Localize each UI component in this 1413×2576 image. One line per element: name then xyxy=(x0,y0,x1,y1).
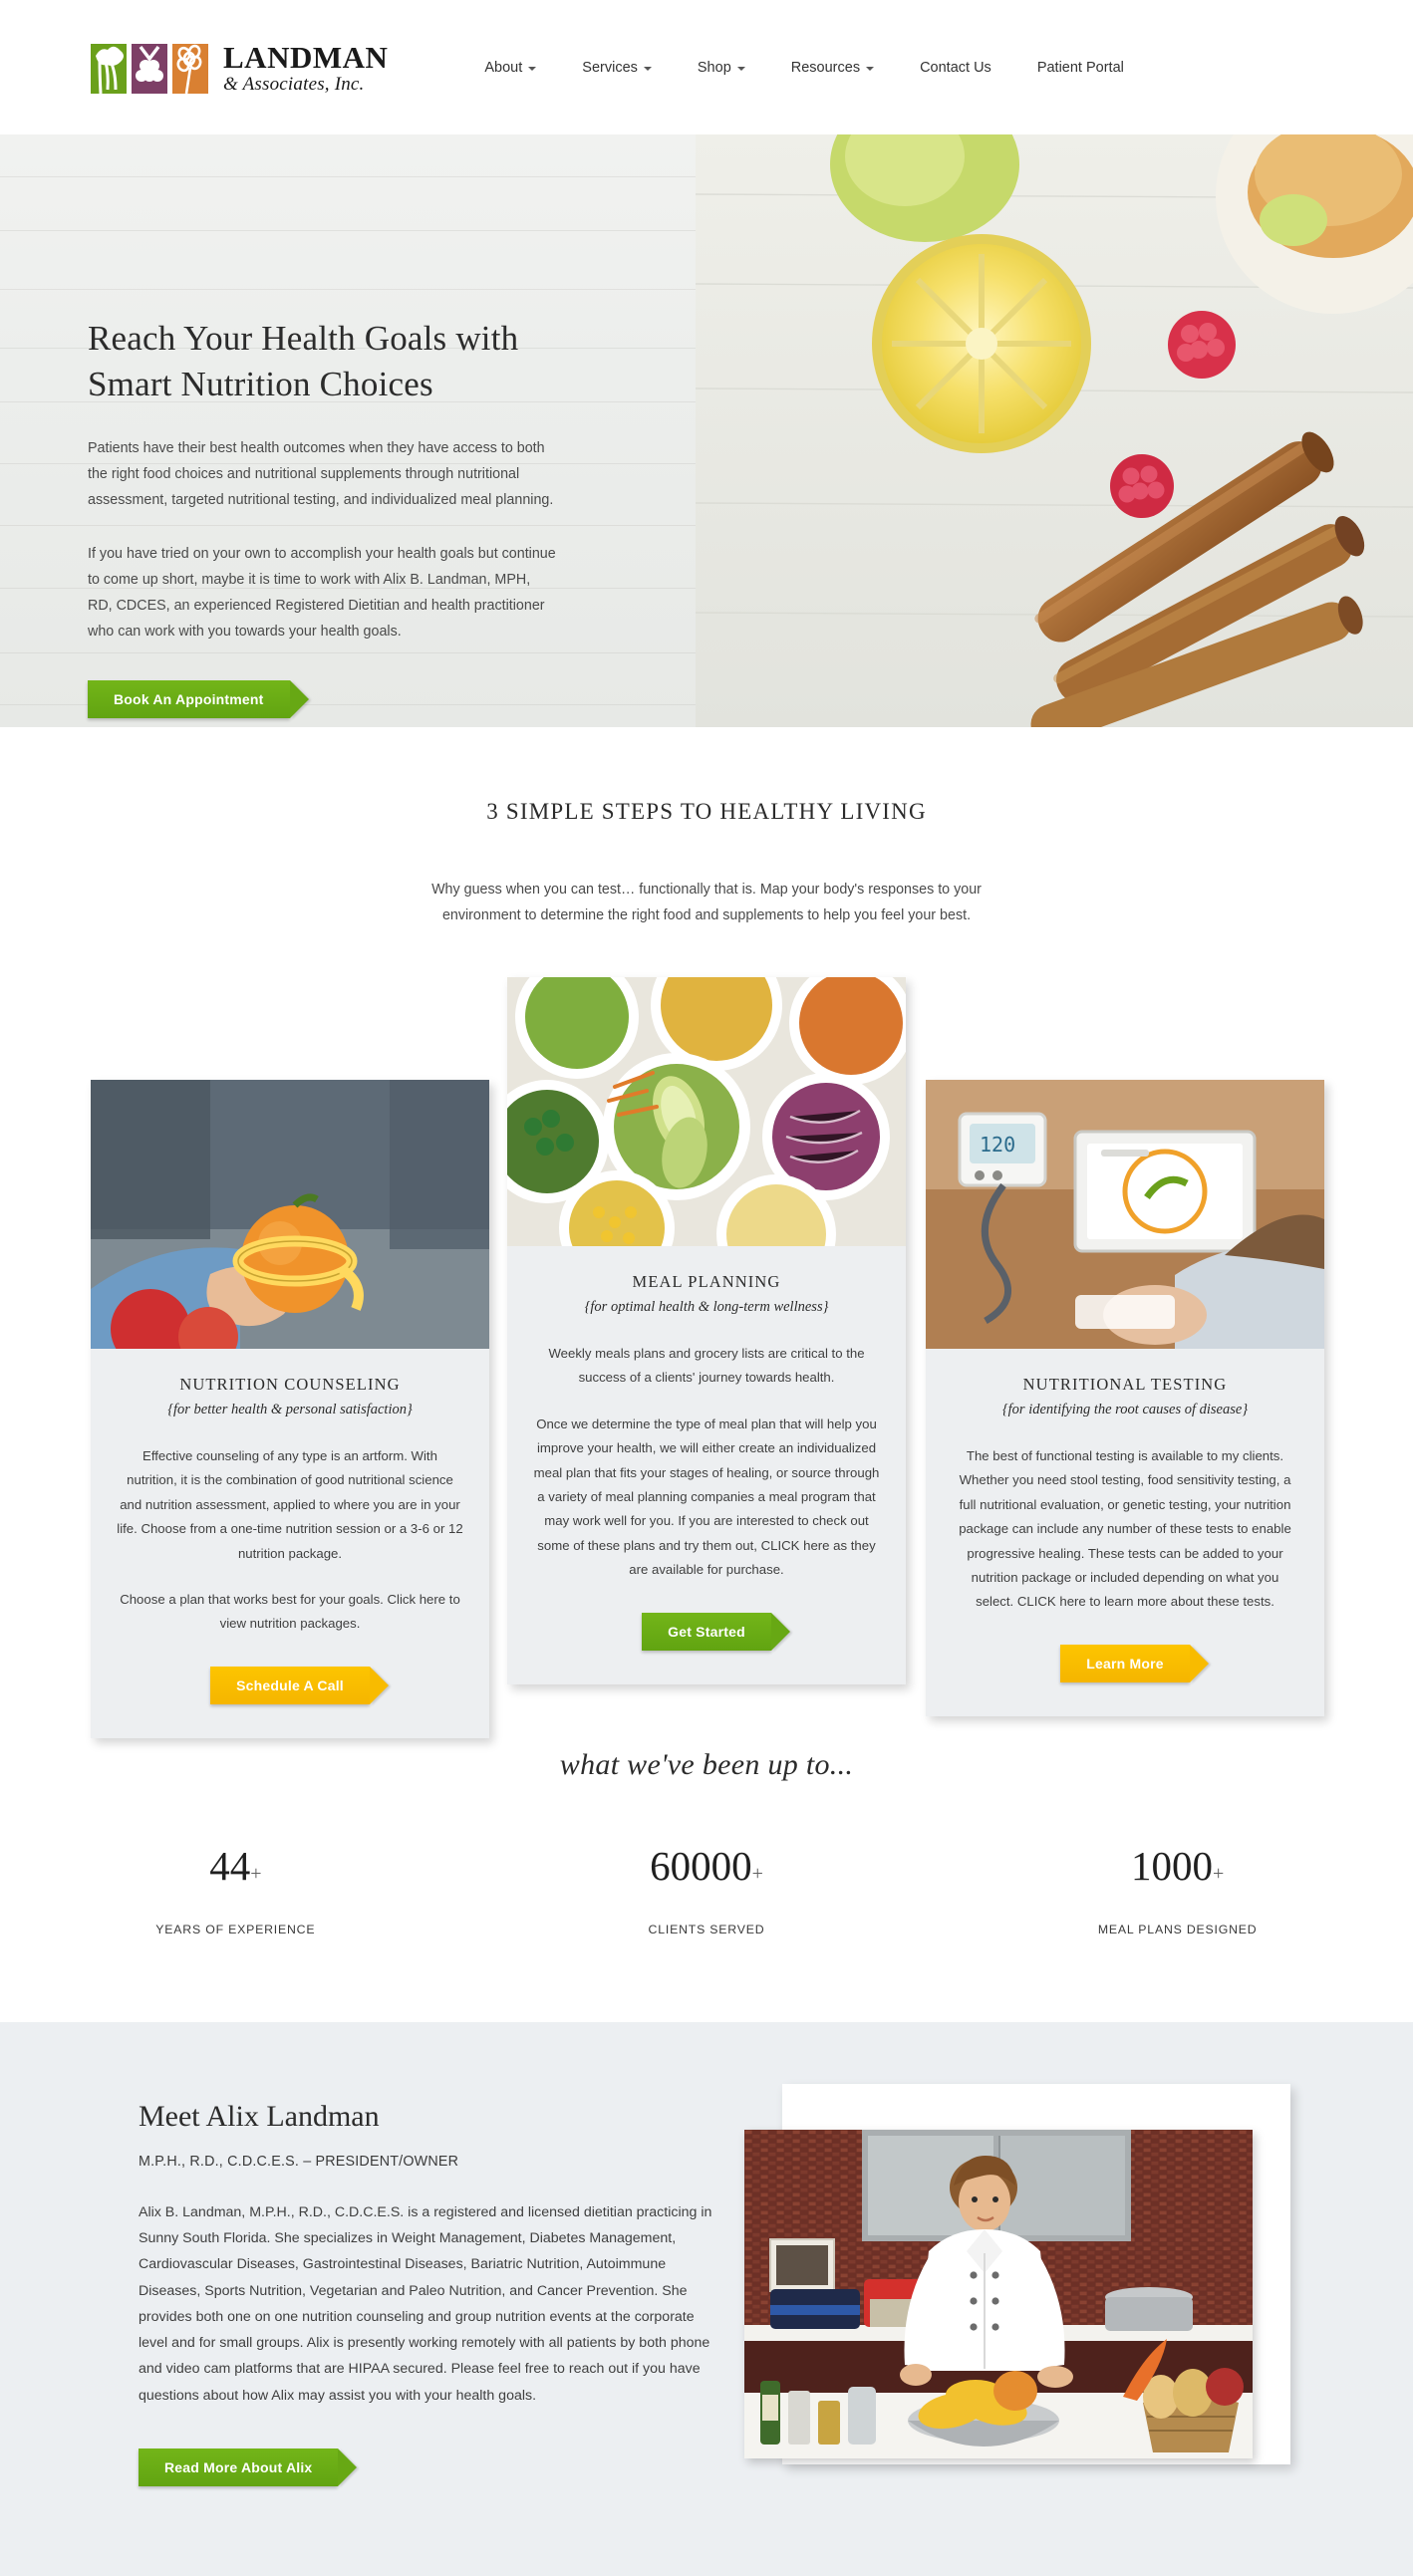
about-photo-column xyxy=(744,2083,1320,2486)
learn-more-button[interactable]: Learn More xyxy=(1060,1644,1190,1682)
card-paragraph-2: Choose a plan that works best for your g… xyxy=(120,1591,460,1632)
card-subtitle: {for optimal health & long-term wellness… xyxy=(584,1298,829,1315)
chevron-down-icon xyxy=(736,66,745,71)
steps-section-title: 3 SIMPLE STEPS TO HEALTHY LIVING xyxy=(486,799,927,824)
schedule-a-call-button[interactable]: Schedule A Call xyxy=(210,1666,370,1704)
about-text-column: Meet Alix Landman M.P.H., R.D., C.D.C.E.… xyxy=(139,2100,716,2486)
card-nutrition-counseling[interactable]: NUTRITION COUNSELING {for better health … xyxy=(91,1079,489,1738)
card-cta-wrapper: Get Started xyxy=(533,1612,880,1651)
steps-card-grid: NUTRITION COUNSELING {for better health … xyxy=(59,976,1354,1738)
three-steps-section: 3 SIMPLE STEPS TO HEALTHY LIVING Why gue… xyxy=(0,727,1413,1738)
card-body: NUTRITIONAL TESTING {for identifying the… xyxy=(926,1349,1324,1716)
alix-landman-photo xyxy=(744,2129,1253,2458)
svg-text:120: 120 xyxy=(980,1133,1015,1157)
stat-value-wrapper: 44+ xyxy=(0,1842,471,1889)
nav-label: Shop xyxy=(697,59,731,76)
chevron-down-icon xyxy=(643,66,652,71)
card-subtitle: {for better health & personal satisfacti… xyxy=(167,1401,413,1417)
stat-clients-served: 60000+ CLIENTS SERVED xyxy=(471,1842,943,1936)
nav-label: Resources xyxy=(790,59,861,76)
stat-label: YEARS OF EXPERIENCE xyxy=(155,1922,316,1936)
chevron-down-icon xyxy=(528,66,537,71)
main-navigation: About Services Shop Resources Contact Us… xyxy=(461,60,1147,76)
book-an-appointment-button[interactable]: Book An Appointment xyxy=(88,680,290,719)
stat-years-of-experience: 44+ YEARS OF EXPERIENCE xyxy=(0,1842,471,1936)
nutrition-counseling-image xyxy=(91,1079,489,1349)
nav-label: Contact Us xyxy=(920,59,991,76)
logo-wordmark: LANDMAN & Associates, Inc. xyxy=(223,42,388,94)
stat-value: 1000 xyxy=(1131,1842,1214,1889)
card-paragraph-2: Once we determine the type of meal plan … xyxy=(533,1416,880,1578)
hero-cta-wrapper: Book An Appointment xyxy=(88,680,558,719)
nav-item-about[interactable]: About xyxy=(461,60,559,76)
nutritional-testing-image: 120 xyxy=(926,1079,1324,1349)
broccoli-icon xyxy=(90,40,128,96)
card-title: NUTRITIONAL TESTING xyxy=(1022,1374,1228,1394)
meal-planning-image xyxy=(507,976,906,1246)
about-bio: Alix B. Landman, M.P.H., R.D., C.D.C.E.S… xyxy=(139,2203,712,2404)
card-body: MEAL PLANNING {for optimal health & long… xyxy=(507,1246,906,1684)
card-nutritional-testing[interactable]: 120 NUTRITIONAL TESTING {for identifying… xyxy=(926,1079,1324,1716)
stat-value: 44 xyxy=(209,1842,251,1889)
nav-label: Patient Portal xyxy=(1036,59,1124,76)
hero-paragraph-2: If you have tried on your own to accompl… xyxy=(88,546,556,641)
logo-name: LANDMAN xyxy=(223,39,389,75)
stat-value-wrapper: 60000+ xyxy=(471,1842,943,1889)
nav-item-contact-us[interactable]: Contact Us xyxy=(897,60,1014,76)
hero-content: Reach Your Health Goals with Smart Nutri… xyxy=(0,134,558,719)
stats-section: what we've been up to... 44+ YEARS OF EX… xyxy=(0,1703,1413,2022)
card-paragraph-1: The best of functional testing is availa… xyxy=(959,1447,1291,1610)
hero-section: Reach Your Health Goals with Smart Nutri… xyxy=(0,134,1413,727)
read-more-about-alix-button[interactable]: Read More About Alix xyxy=(139,2448,339,2486)
grapes-icon xyxy=(131,40,168,96)
stat-meal-plans-designed: 1000+ MEAL PLANS DESIGNED xyxy=(942,1842,1413,1936)
steps-section-subtitle: Why guess when you can test… functionall… xyxy=(431,882,982,924)
stats-row: 44+ YEARS OF EXPERIENCE 60000+ CLIENTS S… xyxy=(0,1842,1413,1936)
site-logo[interactable]: LANDMAN & Associates, Inc. xyxy=(90,40,388,96)
card-paragraph-1: Weekly meals plans and grocery lists are… xyxy=(548,1345,865,1386)
hero-food-photo xyxy=(696,134,1413,727)
card-title: MEAL PLANNING xyxy=(632,1271,781,1291)
card-title: NUTRITION COUNSELING xyxy=(179,1374,401,1394)
stat-plus: + xyxy=(751,1862,763,1885)
about-cta-wrapper: Read More About Alix xyxy=(139,2448,716,2486)
photo-clip xyxy=(744,2129,1253,2458)
stat-label: CLIENTS SERVED xyxy=(648,1922,765,1936)
wheat-icon xyxy=(171,40,209,96)
chevron-down-icon xyxy=(866,66,875,71)
hero-title: Reach Your Health Goals with Smart Nutri… xyxy=(88,319,519,404)
stat-plus: + xyxy=(1213,1862,1225,1885)
stats-heading: what we've been up to... xyxy=(559,1747,854,1781)
card-subtitle: {for identifying the root causes of dise… xyxy=(1001,1401,1249,1417)
card-meal-planning[interactable]: MEAL PLANNING {for optimal health & long… xyxy=(507,976,906,1684)
card-paragraph-1: Effective counseling of any type is an a… xyxy=(117,1447,463,1561)
card-body: NUTRITION COUNSELING {for better health … xyxy=(91,1349,489,1738)
logo-icon-group xyxy=(90,40,209,96)
about-role: M.P.H., R.D., C.D.C.E.S. – PRESIDENT/OWN… xyxy=(139,2153,459,2170)
stat-label: MEAL PLANS DESIGNED xyxy=(1097,1922,1258,1936)
nav-label: About xyxy=(484,59,523,76)
site-header: LANDMAN & Associates, Inc. About Service… xyxy=(0,0,1413,134)
nav-item-patient-portal[interactable]: Patient Portal xyxy=(1014,60,1147,76)
card-cta-wrapper: Learn More xyxy=(952,1644,1298,1682)
card-cta-wrapper: Schedule A Call xyxy=(117,1666,463,1704)
about-title: Meet Alix Landman xyxy=(139,2099,380,2133)
about-alix-section: Meet Alix Landman M.P.H., R.D., C.D.C.E.… xyxy=(0,2021,1413,2576)
about-inner: Meet Alix Landman M.P.H., R.D., C.D.C.E.… xyxy=(59,2083,1354,2486)
stat-plus: + xyxy=(250,1862,262,1885)
logo-subtitle: & Associates, Inc. xyxy=(223,73,365,95)
nav-item-shop[interactable]: Shop xyxy=(675,60,768,76)
nav-item-resources[interactable]: Resources xyxy=(768,60,897,76)
nav-item-services[interactable]: Services xyxy=(559,60,675,76)
stat-value: 60000 xyxy=(650,1842,752,1889)
nav-label: Services xyxy=(582,59,638,76)
get-started-button[interactable]: Get Started xyxy=(642,1612,771,1651)
hero-paragraph-1: Patients have their best health outcomes… xyxy=(88,440,554,509)
stat-value-wrapper: 1000+ xyxy=(942,1842,1413,1889)
